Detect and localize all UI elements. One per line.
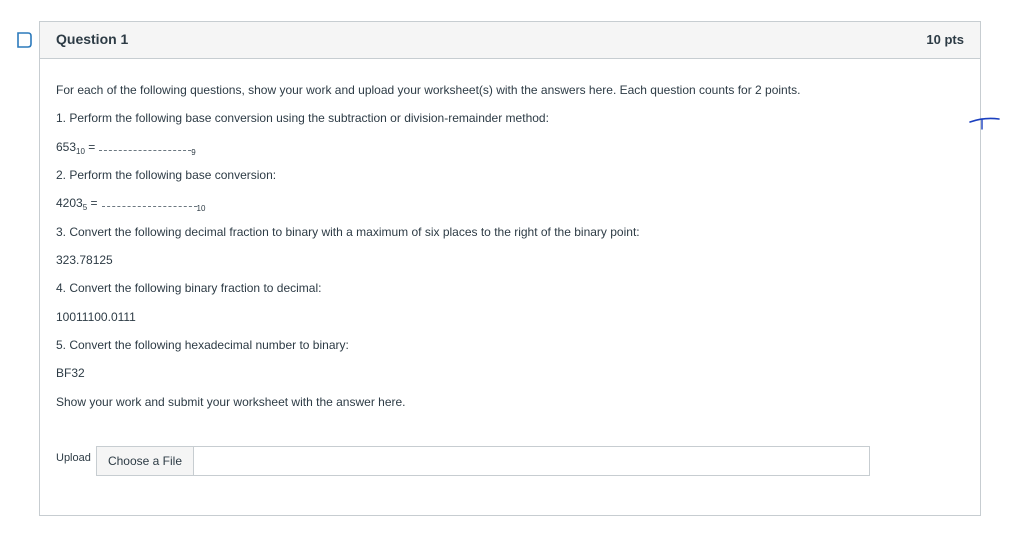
item-2-expression: 42035 = 10 [56,196,205,216]
item-2-target-base: 10 [196,204,206,213]
choose-file-button[interactable]: Choose a File [97,447,194,475]
item-1-base: 10 [76,147,85,156]
item-2-equals: = [87,196,98,210]
upload-label: Upload [56,452,91,464]
item-5-value: BF32 [56,366,85,380]
question-title: Question 1 [56,31,129,47]
item-1-prompt: 1. Perform the following base conversion… [56,111,549,125]
upload-row: Upload Choose a File [56,446,876,478]
item-1-equals: = [84,140,96,154]
item-1-target-base: 9 [191,148,196,157]
item-5-prompt: 5. Convert the following hexadecimal num… [56,338,349,352]
item-1-expression: 65310 = 9 [56,140,196,160]
item-1-blank [99,142,192,151]
pen-annotation-mark [969,117,1000,130]
item-2-blank [101,198,197,207]
item-2-prompt: 2. Perform the following base conversion… [56,168,277,182]
question-card: Question 1 10 pts For each of the follow… [39,21,981,516]
file-upload-field[interactable]: Choose a File [96,446,870,476]
item-1-value: 653 [56,140,77,154]
flag-question-icon[interactable] [14,30,34,50]
item-2-value: 4203 [56,196,83,210]
item-4-value: 10011100.0111 [56,310,136,324]
question-points: 10 pts [926,32,964,47]
question-header: Question 1 10 pts [40,22,980,59]
question-intro: For each of the following questions, sho… [56,83,801,97]
item-3-value: 323.78125 [56,253,113,267]
closing-instruction: Show your work and submit your worksheet… [56,395,406,409]
item-4-prompt: 4. Convert the following binary fraction… [56,281,322,295]
item-3-prompt: 3. Convert the following decimal fractio… [56,225,640,239]
